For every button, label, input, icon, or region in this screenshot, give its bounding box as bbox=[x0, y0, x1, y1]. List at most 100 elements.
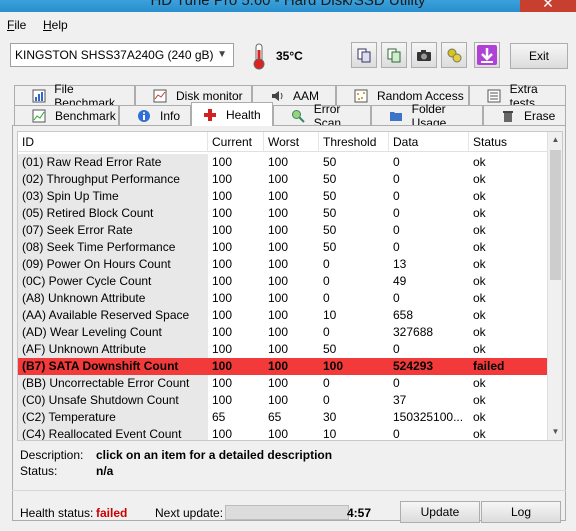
chevron-down-icon: ▼ bbox=[217, 49, 227, 60]
cell-id: (BB) Uncorrectable Error Count bbox=[18, 375, 208, 392]
cell-threshold: 30 bbox=[323, 410, 337, 424]
menu-help[interactable]: Help bbox=[43, 18, 68, 32]
cell-status: ok bbox=[473, 274, 486, 288]
table-row[interactable]: (07) Seek Error Rate 100 100 50 0 ok bbox=[18, 222, 548, 239]
cell-threshold: 50 bbox=[323, 189, 337, 203]
vertical-scrollbar[interactable]: ▲ ▼ bbox=[547, 132, 562, 440]
tab-label: Health bbox=[226, 107, 261, 122]
cell-threshold: 10 bbox=[323, 427, 337, 441]
cell-worst: 100 bbox=[268, 393, 289, 407]
log-button[interactable]: Log bbox=[481, 501, 561, 523]
table-row[interactable]: (05) Retired Block Count 100 100 50 0 ok bbox=[18, 205, 548, 222]
menu-file[interactable]: File bbox=[7, 18, 26, 32]
cell-current: 100 bbox=[212, 172, 233, 186]
cell-current: 100 bbox=[212, 308, 233, 322]
cell-threshold: 0 bbox=[323, 393, 330, 407]
camera-icon bbox=[417, 50, 431, 61]
close-window-button[interactable]: ✕ bbox=[520, 0, 576, 12]
tab-info[interactable]: Info bbox=[119, 105, 191, 125]
cell-threshold: 50 bbox=[323, 172, 337, 186]
cell-id: (03) Spin Up Time bbox=[18, 188, 208, 205]
copy-icon bbox=[357, 48, 371, 63]
copy-button[interactable] bbox=[351, 42, 377, 68]
health-status-value: failed bbox=[96, 506, 128, 520]
cell-status: ok bbox=[473, 172, 486, 186]
table-row[interactable]: (C2) Temperature 65 65 30 150325100... ok bbox=[18, 409, 548, 426]
table-row[interactable]: (09) Power On Hours Count 100 100 0 13 ok bbox=[18, 256, 548, 273]
tab-benchmark[interactable]: Benchmark bbox=[14, 105, 119, 125]
cell-id: (01) Raw Read Error Rate bbox=[18, 154, 208, 171]
cell-worst: 100 bbox=[268, 359, 289, 373]
tab-health[interactable]: Health bbox=[191, 102, 273, 126]
download-arrow-icon bbox=[477, 45, 497, 65]
cell-status: failed bbox=[473, 359, 505, 373]
cell-id: (0C) Power Cycle Count bbox=[18, 273, 208, 290]
status-label: Status: bbox=[20, 464, 58, 478]
cell-id: (07) Seek Error Rate bbox=[18, 222, 208, 239]
extra-tests-icon bbox=[486, 88, 502, 104]
status-value: n/a bbox=[96, 464, 114, 478]
column-header-threshold[interactable]: Threshold bbox=[319, 132, 389, 152]
cell-status: ok bbox=[473, 308, 486, 322]
tab-folder-usage[interactable]: Folder Usage bbox=[371, 102, 483, 130]
table-row[interactable]: (B7) SATA Downshift Count 100 100 100 524293… bbox=[18, 358, 548, 375]
disk-monitor-icon bbox=[152, 88, 168, 104]
description-label: Description: bbox=[20, 448, 84, 462]
table-row[interactable]: (AA) Available Reserved Space 100 100 10 658… bbox=[18, 307, 548, 324]
thermometer-icon bbox=[253, 43, 265, 70]
footer-bar: Health status: failed Next update: 4:57 … bbox=[12, 490, 566, 530]
table-row[interactable]: (01) Raw Read Error Rate 100 100 50 0 ok bbox=[18, 154, 548, 171]
update-button[interactable]: Update bbox=[400, 501, 480, 523]
table-row[interactable]: (03) Spin Up Time 100 100 50 0 ok bbox=[18, 188, 548, 205]
cell-worst: 100 bbox=[268, 223, 289, 237]
tab-error-scan[interactable]: Error Scan bbox=[273, 102, 371, 130]
cell-data: 0 bbox=[393, 376, 400, 390]
scroll-down-icon[interactable]: ▼ bbox=[548, 424, 562, 440]
options-button[interactable] bbox=[441, 42, 467, 68]
cell-status: ok bbox=[473, 223, 486, 237]
tab-erase[interactable]: Erase bbox=[483, 105, 566, 125]
cell-threshold: 100 bbox=[323, 359, 344, 373]
table-row[interactable]: (C4) Reallocated Event Count 100 100 10 0 ok bbox=[18, 426, 548, 441]
toolbar: KINGSTON SHSS37A240G (240 gB) ▼ 35°C Exi… bbox=[0, 38, 576, 78]
table-row[interactable]: (0C) Power Cycle Count 100 100 0 49 ok bbox=[18, 273, 548, 290]
screenshot-button[interactable] bbox=[411, 42, 437, 68]
cell-current: 100 bbox=[212, 359, 233, 373]
scroll-thumb[interactable] bbox=[550, 150, 561, 280]
cell-id: (AA) Available Reserved Space bbox=[18, 307, 208, 324]
health-cross-icon bbox=[202, 107, 218, 123]
copy-all-icon bbox=[387, 48, 401, 63]
benchmark-icon bbox=[31, 108, 47, 124]
cell-threshold: 0 bbox=[323, 325, 330, 339]
info-icon bbox=[136, 108, 152, 124]
table-row[interactable]: (02) Throughput Performance 100 100 50 0 ok bbox=[18, 171, 548, 188]
column-header-status[interactable]: Status bbox=[469, 132, 548, 152]
tab-extra-tests[interactable]: Extra tests bbox=[469, 82, 566, 110]
copy-all-button[interactable] bbox=[381, 42, 407, 68]
column-header-id[interactable]: ID bbox=[18, 132, 208, 152]
cell-data: 0 bbox=[393, 240, 400, 254]
tab-label: Info bbox=[160, 108, 181, 123]
progress-fill bbox=[226, 506, 348, 519]
column-header-data[interactable]: Data bbox=[389, 132, 469, 152]
table-row[interactable]: (AD) Wear Leveling Count 100 100 0 327688 ok bbox=[18, 324, 548, 341]
cell-worst: 100 bbox=[268, 172, 289, 186]
cell-data: 0 bbox=[393, 155, 400, 169]
smart-table[interactable]: ID Current Worst Threshold Data Status (… bbox=[17, 131, 563, 441]
tab-file-benchmark[interactable]: File Benchmark bbox=[14, 82, 135, 110]
table-row[interactable]: (AF) Unknown Attribute 100 100 50 0 ok bbox=[18, 341, 548, 358]
cell-worst: 100 bbox=[268, 325, 289, 339]
table-row[interactable]: (A8) Unknown Attribute 100 100 0 0 ok bbox=[18, 290, 548, 307]
table-row[interactable]: (BB) Uncorrectable Error Count 100 100 0 0 ok bbox=[18, 375, 548, 392]
column-header-worst[interactable]: Worst bbox=[264, 132, 319, 152]
cell-worst: 100 bbox=[268, 206, 289, 220]
table-row[interactable]: (C0) Unsafe Shutdown Count 100 100 0 37 ok bbox=[18, 392, 548, 409]
table-row[interactable]: (08) Seek Time Performance 100 100 50 0 ok bbox=[18, 239, 548, 256]
exit-button[interactable]: Exit bbox=[510, 43, 568, 69]
drive-select[interactable]: KINGSTON SHSS37A240G (240 gB) ▼ bbox=[10, 43, 234, 67]
column-header-current[interactable]: Current bbox=[208, 132, 264, 152]
scroll-up-icon[interactable]: ▲ bbox=[548, 132, 562, 148]
save-button[interactable] bbox=[474, 42, 500, 68]
cell-id: (AD) Wear Leveling Count bbox=[18, 324, 208, 341]
cell-current: 100 bbox=[212, 393, 233, 407]
